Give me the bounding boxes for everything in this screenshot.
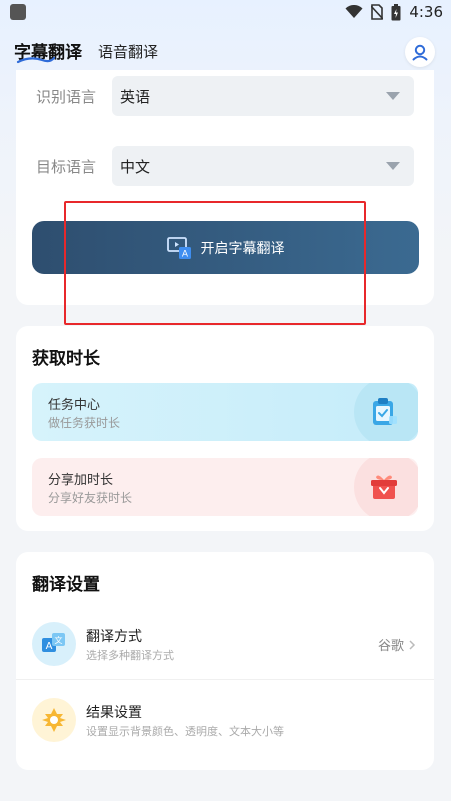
battery-icon [391,3,401,21]
task-center-title: 任务中心 [48,398,101,413]
source-language-select[interactable]: 英语 [112,76,414,116]
start-subtitle-translate-button[interactable]: A 开启字幕翻译 [32,221,419,274]
user-icon [412,44,428,61]
status-bar: 4:36 [0,0,451,26]
target-language-select[interactable]: 中文 [112,146,414,186]
share-time-title: 分享加时长 [48,473,114,488]
task-center-subtitle: 做任务获时长 [48,416,121,430]
tab-subtitle-translate[interactable]: 字幕翻译 [14,38,82,64]
translate-method-value: 谷歌 [378,635,416,654]
status-icons: 4:36 [345,3,443,21]
tab-active-indicator [16,56,56,64]
translate-method-title: 翻译方式 [86,629,142,645]
gift-icon [371,475,397,499]
svg-text:A: A [46,641,53,652]
clipboard-check-icon [373,398,397,425]
target-language-value: 中文 [120,157,151,176]
source-language-value: 英语 [120,87,151,106]
source-language-label: 识别语言 [36,87,97,106]
settings-target-icon [32,698,76,742]
result-settings-subtitle: 设置显示背景颜色、透明度、文本大小等 [86,725,284,738]
result-settings-title: 结果设置 [86,705,142,721]
dropdown-caret-icon [386,162,400,170]
source-language-row: 识别语言 英语 [36,76,414,116]
status-time: 4:36 [409,3,443,21]
tab-voice-translate[interactable]: 语音翻译 [98,41,158,63]
translate-settings-card: 翻译设置 A 文 翻译方式 选择多种翻译方式 谷歌 结果设置 设置显示背景颜色、… [16,552,434,770]
share-time-item[interactable]: 分享加时长 分享好友获时长 [32,458,418,516]
chevron-right-icon [409,639,416,650]
divider [16,679,434,680]
tab-label: 语音翻译 [98,43,159,61]
section-title: 获取时长 [32,349,100,369]
get-time-card: 获取时长 任务中心 做任务获时长 分享加时长 分享好友获时长 [16,326,434,531]
section-title: 翻译设置 [32,575,100,595]
start-button-label: 开启字幕翻译 [200,240,285,257]
translate-method-value-text: 谷歌 [377,639,404,654]
svg-text:文: 文 [55,635,63,645]
translate-icon: A 文 [32,622,76,666]
wifi-icon [345,5,363,19]
no-sim-icon [371,4,384,20]
task-center-item[interactable]: 任务中心 做任务获时长 [32,383,418,441]
translate-method-row[interactable]: A 文 翻译方式 选择多种翻译方式 谷歌 [16,608,434,680]
top-tabs: 字幕翻译 语音翻译 [14,38,158,64]
dropdown-caret-icon [386,92,400,100]
app-notification-icon [10,4,26,20]
target-language-row: 目标语言 中文 [36,146,414,186]
svg-text:A: A [181,249,188,259]
profile-button[interactable] [405,37,435,67]
target-language-label: 目标语言 [36,157,97,176]
translate-method-subtitle: 选择多种翻译方式 [86,649,174,662]
screen-translate-icon: A [166,236,191,259]
share-time-subtitle: 分享好友获时长 [48,491,133,505]
result-settings-row[interactable]: 结果设置 设置显示背景颜色、透明度、文本大小等 [16,684,434,756]
